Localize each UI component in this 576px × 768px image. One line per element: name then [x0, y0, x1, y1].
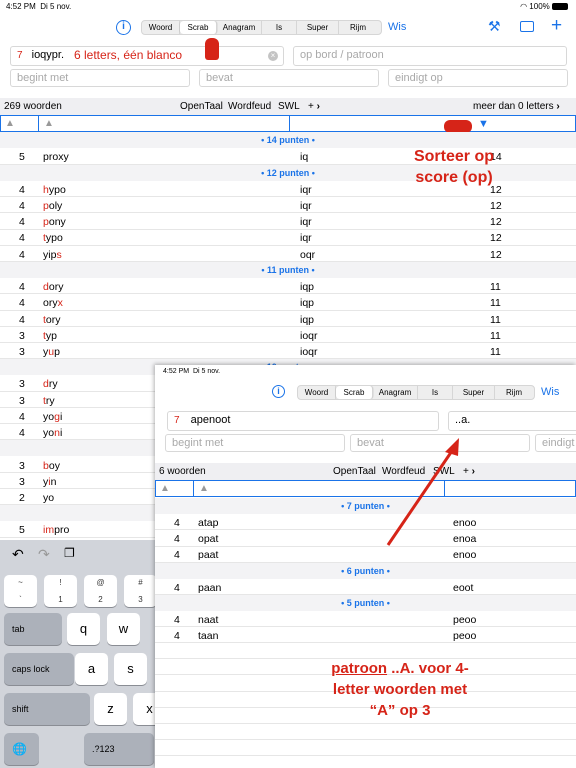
pattern-annotation: patroon ..A. voor 4-letter woorden met “…	[331, 660, 469, 719]
annotation-arrow	[386, 438, 459, 546]
app-root: 4:52 PM Di 5 nov. ◠ 100% i Woord Scrab Ana…	[0, 0, 576, 768]
arrow-head	[445, 438, 459, 456]
arrow-line	[386, 444, 458, 546]
pattern-link: patroon	[331, 660, 388, 677]
